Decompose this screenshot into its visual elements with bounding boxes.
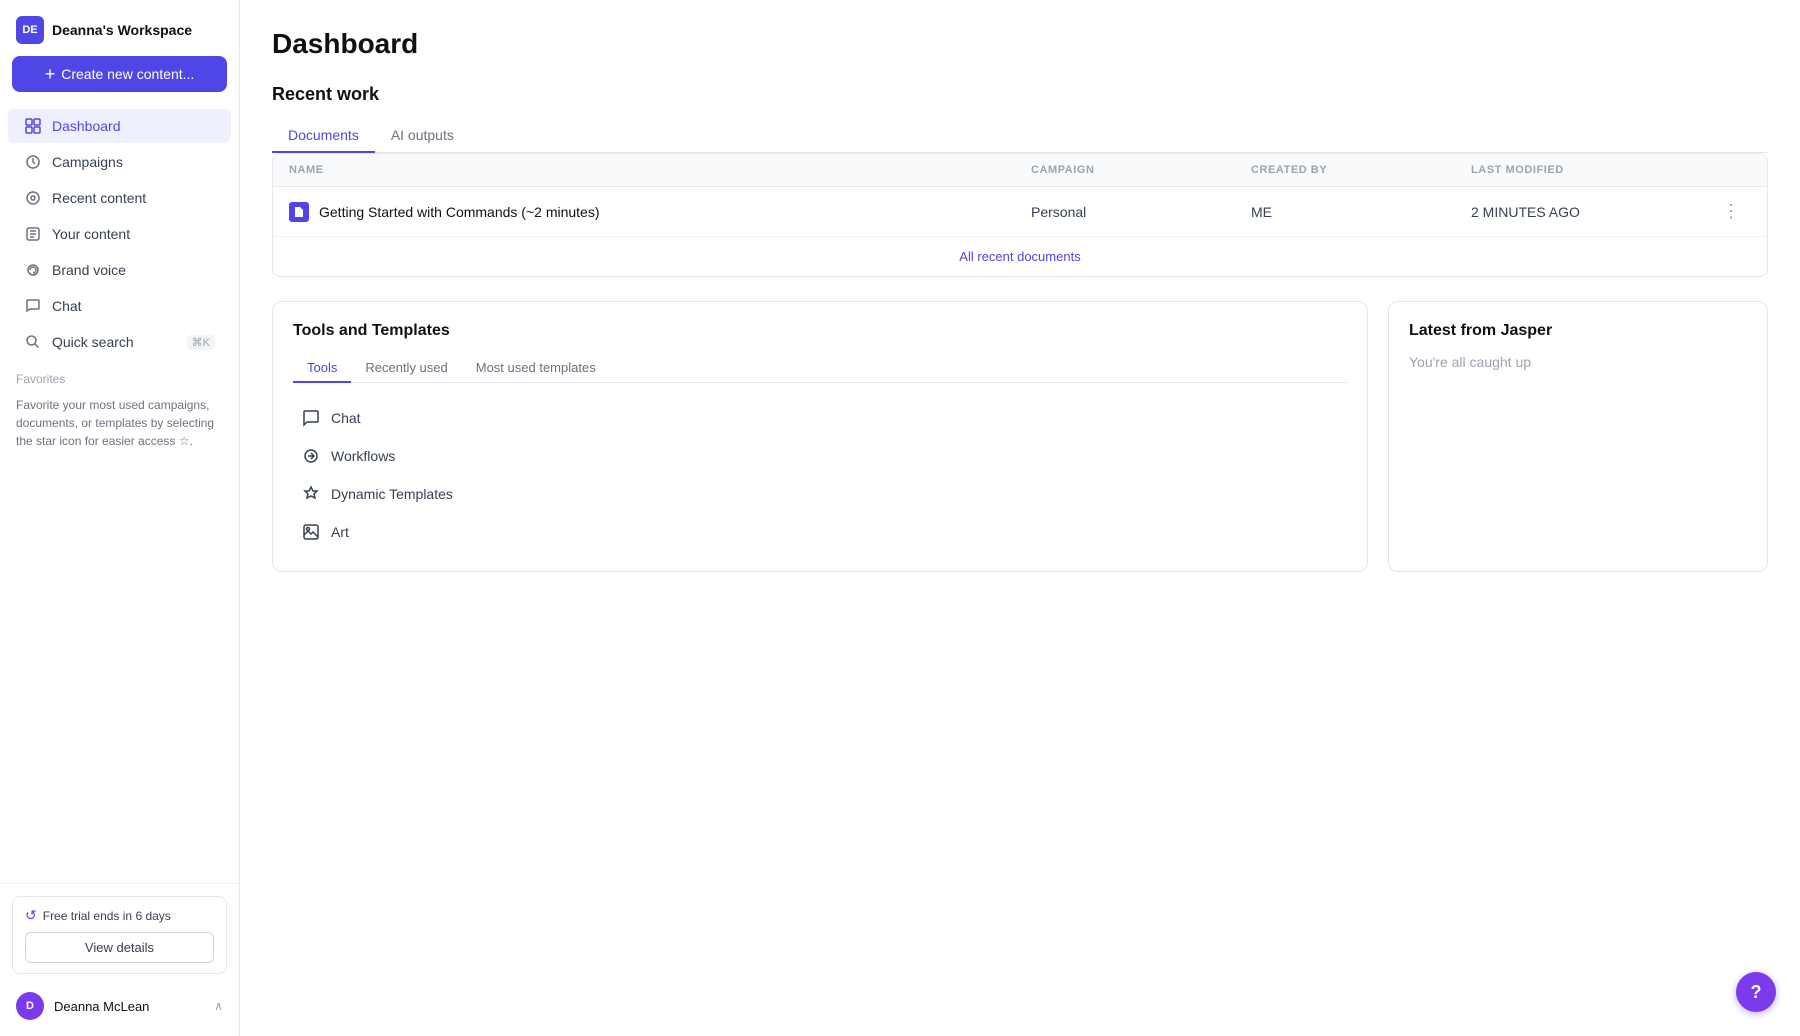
art-icon [301, 522, 321, 542]
tools-tab-tools[interactable]: Tools [293, 354, 351, 383]
caught-up-message: You're all caught up [1409, 354, 1747, 370]
doc-created-by: ME [1251, 204, 1471, 220]
user-avatar: D [16, 992, 44, 1020]
latest-title: Latest from Jasper [1409, 322, 1747, 340]
workspace-header: DE Deanna's Workspace [0, 0, 239, 56]
tools-title: Tools and Templates [293, 322, 1347, 340]
nav-label-campaigns: Campaigns [52, 154, 123, 170]
doc-cell: Getting Started with Commands (~2 minute… [289, 202, 1031, 222]
tab-ai-outputs[interactable]: AI outputs [375, 119, 470, 153]
trial-banner: ↺ Free trial ends in 6 days View details [12, 896, 227, 974]
th-last-modified: LAST MODIFIED [1471, 164, 1711, 176]
tool-item-dynamic-templates[interactable]: Dynamic Templates [293, 475, 1347, 513]
tools-tabs: Tools Recently used Most used templates [293, 354, 1347, 383]
chat-icon [24, 297, 42, 315]
tool-label-dynamic-templates: Dynamic Templates [331, 486, 453, 502]
quick-search-shortcut: ⌘K [187, 335, 215, 350]
all-recent-link[interactable]: All recent documents [273, 237, 1767, 276]
recent-icon [24, 189, 42, 207]
sidebar-bottom: ↺ Free trial ends in 6 days View details… [0, 883, 239, 1036]
tool-item-workflows[interactable]: Workflows [293, 437, 1347, 475]
table-header: NAME CAMPAIGN CREATED BY LAST MODIFIED [273, 154, 1767, 187]
th-name: NAME [289, 164, 1031, 176]
favorites-section-label: Favorites [0, 360, 239, 390]
main-content: Dashboard Recent work Documents AI outpu… [240, 0, 1800, 1036]
nav-label-brand-voice: Brand voice [52, 262, 126, 278]
view-details-button[interactable]: View details [25, 932, 214, 963]
dashboard-icon [24, 117, 42, 135]
tool-item-art[interactable]: Art [293, 513, 1347, 551]
recent-work-section: Recent work Documents AI outputs NAME CA… [272, 84, 1768, 277]
tool-label-workflows: Workflows [331, 448, 395, 464]
trial-label: Free trial ends in 6 days [43, 909, 171, 923]
workspace-avatar: DE [16, 16, 44, 44]
campaigns-icon [24, 153, 42, 171]
bottom-grid: Tools and Templates Tools Recently used … [272, 301, 1768, 572]
nav-item-quick-search[interactable]: Quick search ⌘K [8, 325, 231, 359]
tool-label-art: Art [331, 524, 349, 540]
page-title: Dashboard [272, 28, 1768, 60]
recent-work-tabs: Documents AI outputs [272, 119, 1768, 153]
documents-table: NAME CAMPAIGN CREATED BY LAST MODIFIED G… [272, 153, 1768, 277]
nav-label-dashboard: Dashboard [52, 118, 121, 134]
sidebar: DE Deanna's Workspace + Create new conte… [0, 0, 240, 1036]
chat-tool-icon [301, 408, 321, 428]
nav-item-your-content[interactable]: Your content [8, 217, 231, 251]
nav-item-dashboard[interactable]: Dashboard [8, 109, 231, 143]
nav-label-chat: Chat [52, 298, 82, 314]
create-content-button[interactable]: + Create new content... [12, 56, 227, 92]
doc-name: Getting Started with Commands (~2 minute… [319, 204, 600, 220]
doc-last-modified: 2 MINUTES AGO [1471, 204, 1711, 220]
help-button[interactable]: ? [1736, 972, 1776, 1012]
row-more-button[interactable]: ⋮ [1711, 199, 1751, 224]
nav-item-chat[interactable]: Chat [8, 289, 231, 323]
table-row[interactable]: Getting Started with Commands (~2 minute… [273, 187, 1767, 237]
tool-item-chat[interactable]: Chat [293, 399, 1347, 437]
user-name: Deanna McLean [54, 999, 204, 1014]
nav-label-your-content: Your content [52, 226, 130, 242]
workspace-name: Deanna's Workspace [52, 22, 192, 38]
create-button-label: Create new content... [61, 66, 194, 82]
workflows-icon [301, 446, 321, 466]
doc-campaign: Personal [1031, 204, 1251, 220]
tools-tab-recently-used[interactable]: Recently used [351, 354, 461, 383]
nav-label-recent-content: Recent content [52, 190, 146, 206]
tools-tab-most-used[interactable]: Most used templates [462, 354, 610, 383]
chevron-up-icon: ∧ [214, 999, 223, 1013]
th-actions [1711, 164, 1751, 176]
doc-icon [289, 202, 309, 222]
tool-label-chat: Chat [331, 410, 361, 426]
trial-icon: ↺ [25, 907, 37, 924]
nav-label-quick-search: Quick search [52, 334, 134, 350]
user-row[interactable]: D Deanna McLean ∧ [12, 984, 227, 1024]
nav-item-brand-voice[interactable]: Brand voice [8, 253, 231, 287]
recent-work-title: Recent work [272, 84, 1768, 105]
brand-voice-icon [24, 261, 42, 279]
search-icon [24, 333, 42, 351]
tab-documents[interactable]: Documents [272, 119, 375, 153]
th-created-by: CREATED BY [1251, 164, 1471, 176]
favorites-description: Favorite your most used campaigns, docum… [0, 390, 239, 462]
th-campaign: CAMPAIGN [1031, 164, 1251, 176]
dynamic-templates-icon [301, 484, 321, 504]
tools-card: Tools and Templates Tools Recently used … [272, 301, 1368, 572]
nav-item-campaigns[interactable]: Campaigns [8, 145, 231, 179]
plus-icon: + [45, 65, 56, 83]
trial-text: ↺ Free trial ends in 6 days [25, 907, 214, 924]
latest-card: Latest from Jasper You're all caught up [1388, 301, 1768, 572]
nav-item-recent-content[interactable]: Recent content [8, 181, 231, 215]
your-content-icon [24, 225, 42, 243]
